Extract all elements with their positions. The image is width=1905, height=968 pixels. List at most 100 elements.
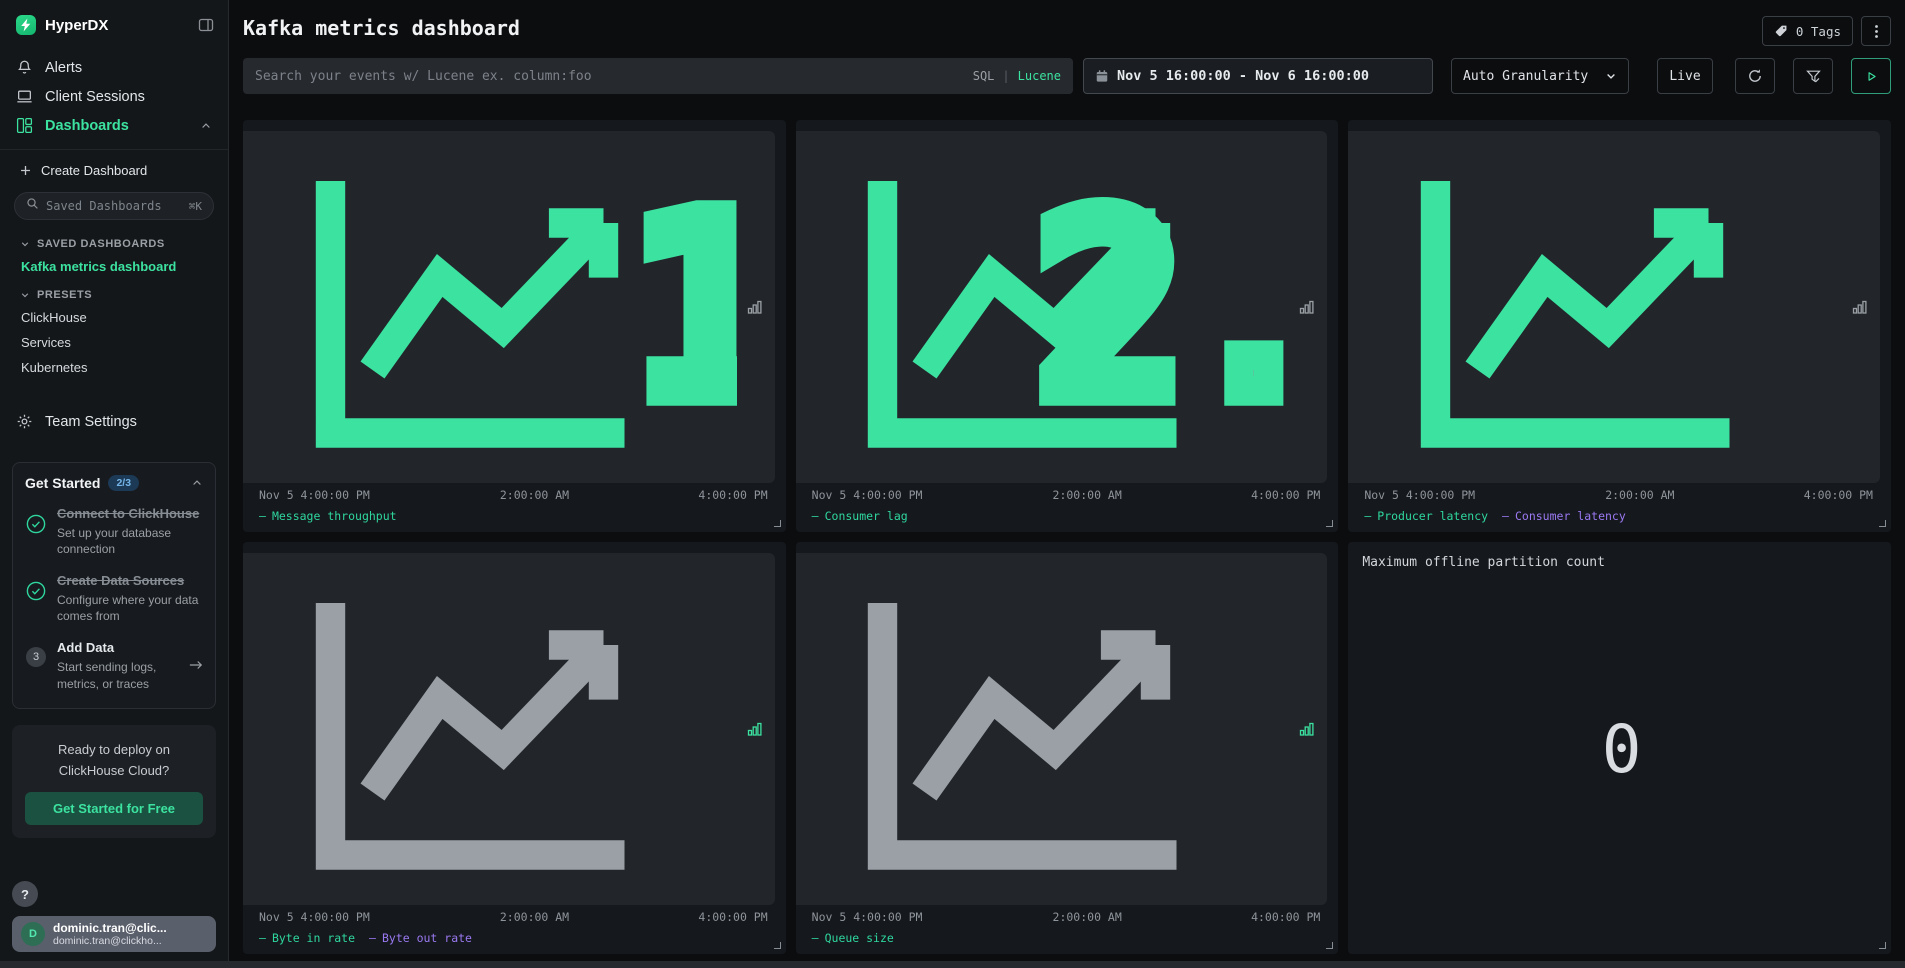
chart-type-toggle[interactable]: 04.5K9K14K18K	[243, 131, 775, 483]
bar-chart-icon[interactable]	[747, 299, 763, 315]
sidebar-collapse-icon[interactable]	[198, 17, 214, 33]
get-started-step-1[interactable]: Connect to ClickHouse Set up your databa…	[25, 505, 203, 558]
line-chart-icon[interactable]: 04.5K9K14K18K	[243, 139, 737, 475]
get-started-header[interactable]: Get Started 2/3	[25, 475, 203, 491]
chart-type-toggle[interactable]: 01.5M3M4.5M6M	[243, 553, 775, 905]
help-button[interactable]: ?	[12, 881, 38, 907]
app-name: HyperDX	[45, 17, 108, 34]
event-search-bar[interactable]: SQL | Lucene	[243, 58, 1073, 94]
resize-handle-icon[interactable]	[1326, 942, 1333, 949]
legend-item[interactable]: —Producer latency	[1364, 509, 1488, 523]
step-title: Add Data	[57, 639, 179, 657]
sql-toggle[interactable]: SQL	[973, 69, 995, 83]
x-axis-label: 2:00:00 AM	[500, 488, 569, 502]
saved-dashboards-search-input[interactable]	[46, 199, 182, 213]
get-started-free-button[interactable]: Get Started for Free	[25, 792, 203, 825]
chart-title: Maximum offline partition count	[1362, 555, 1881, 570]
sidebar-item-label: Dashboards	[45, 118, 129, 134]
user-menu[interactable]: D dominic.tran@clic... dominic.tran@clic…	[12, 916, 216, 952]
filter-icon	[1805, 68, 1822, 85]
chart-card-queue-depth: Queue depth 020406080 Nov 5 4:00:00 PM2:…	[796, 542, 1339, 954]
resize-handle-icon[interactable]	[1326, 520, 1333, 527]
saved-dashboards-section-header[interactable]: SAVED DASHBOARDS	[0, 228, 228, 254]
filter-button[interactable]	[1793, 58, 1833, 94]
lucene-toggle[interactable]: Lucene	[1018, 69, 1061, 83]
tag-icon	[1774, 24, 1788, 38]
step-number-icon: 3	[25, 647, 47, 667]
saved-dashboards-search[interactable]: ⌘K	[14, 192, 214, 220]
line-chart-icon[interactable]: 036912	[1348, 139, 1842, 475]
tags-button[interactable]: 0 Tags	[1762, 16, 1853, 46]
sidebar-item-kafka-dashboard[interactable]: Kafka metrics dashboard	[0, 254, 228, 279]
sidebar-item-client-sessions[interactable]: Client Sessions	[0, 82, 228, 111]
live-button[interactable]: Live	[1657, 58, 1713, 94]
bar-chart-icon[interactable]	[1299, 299, 1315, 315]
x-axis-labels: Nov 5 4:00:00 PM2:00:00 AM4:00:00 PM	[257, 488, 776, 505]
get-started-step-2[interactable]: Create Data Sources Configure where your…	[25, 572, 203, 625]
bar-chart-icon[interactable]	[747, 721, 763, 737]
resize-handle-icon[interactable]	[774, 942, 781, 949]
resize-handle-icon[interactable]	[774, 520, 781, 527]
resize-handle-icon[interactable]	[1879, 520, 1886, 527]
play-icon	[1865, 70, 1878, 83]
svg-text:2.2K: 2.2K	[1036, 167, 1289, 448]
run-query-button[interactable]	[1851, 58, 1891, 94]
sidebar-item-label: Alerts	[45, 60, 82, 76]
chart-legend: —Consumer lag	[810, 505, 1329, 527]
x-axis-label: 4:00:00 PM	[1251, 910, 1320, 924]
legend-item[interactable]: —Consumer latency	[1502, 509, 1626, 523]
sidebar-item-clickhouse[interactable]: ClickHouse	[0, 305, 228, 330]
x-axis-label: 2:00:00 AM	[1053, 488, 1122, 502]
x-axis-labels: Nov 5 4:00:00 PM2:00:00 AM4:00:00 PM	[1362, 488, 1881, 505]
sidebar-item-dashboards[interactable]: Dashboards	[0, 111, 228, 140]
line-chart-icon[interactable]: 05501.1K1.7K2.2K	[796, 139, 1290, 475]
line-chart-icon[interactable]: 01.5M3M4.5M6M	[243, 561, 737, 897]
page-title: Kafka metrics dashboard	[243, 16, 520, 40]
chart-card-avg-consumer-lag: Average consumer lag 05501.1K1.7K2.2K No…	[796, 120, 1339, 532]
header-actions: 0 Tags	[1762, 16, 1891, 46]
sidebar-item-alerts[interactable]: Alerts	[0, 53, 228, 82]
refresh-button[interactable]	[1735, 58, 1775, 94]
legend-item[interactable]: —Queue size	[812, 931, 894, 945]
resize-handle-icon[interactable]	[1879, 942, 1886, 949]
x-axis-label: 4:00:00 PM	[698, 488, 767, 502]
legend-item[interactable]: —Message throughput	[259, 509, 397, 523]
date-range-picker[interactable]: Nov 5 16:00:00 - Nov 6 16:00:00	[1083, 58, 1433, 94]
legend-item[interactable]: —Byte in rate	[259, 931, 355, 945]
event-search-input[interactable]	[255, 69, 963, 84]
chevron-up-icon[interactable]	[191, 477, 203, 489]
legend-item[interactable]: —Consumer lag	[812, 509, 908, 523]
keyboard-shortcut: ⌘K	[189, 200, 202, 213]
line-chart-icon[interactable]: 020406080	[796, 561, 1290, 897]
legend-item[interactable]: —Byte out rate	[369, 931, 472, 945]
check-circle-icon	[25, 580, 47, 602]
more-options-button[interactable]	[1861, 16, 1891, 46]
toggle-divider: |	[1002, 69, 1009, 83]
create-dashboard-button[interactable]: Create Dashboard	[0, 150, 228, 186]
deploy-text-line2: ClickHouse Cloud?	[25, 761, 203, 781]
x-axis-label: Nov 5 4:00:00 PM	[1364, 488, 1475, 502]
chart-legend: —Queue size	[810, 927, 1329, 949]
chart-type-toggle[interactable]: 036912	[1348, 131, 1880, 483]
get-started-title: Get Started	[25, 475, 100, 491]
create-dashboard-label: Create Dashboard	[41, 163, 147, 178]
logo-row: HyperDX	[0, 0, 228, 53]
chevron-down-icon	[20, 290, 30, 300]
chart-type-toggle[interactable]: 05501.1K1.7K2.2K	[796, 131, 1328, 483]
dashboards-grid-icon	[16, 117, 33, 134]
granularity-select[interactable]: Auto Granularity	[1451, 58, 1629, 94]
chart-legend: —Message throughput	[257, 505, 776, 527]
chart-card-throughput-balance: Throughput balance 01.5M3M4.5M6M Nov 5 4…	[243, 542, 786, 954]
sidebar-item-team-settings[interactable]: Team Settings	[0, 407, 228, 436]
sidebar-item-services[interactable]: Services	[0, 330, 228, 355]
kebab-menu-icon	[1875, 25, 1878, 38]
bar-chart-icon[interactable]	[1299, 721, 1315, 737]
presets-section-header[interactable]: PRESETS	[0, 279, 228, 305]
get-started-step-3[interactable]: 3 Add Data Start sending logs, metrics, …	[25, 639, 203, 692]
user-email: dominic.tran@clickho...	[53, 935, 167, 947]
chart-type-toggle[interactable]: 020406080	[796, 553, 1328, 905]
sidebar-item-kubernetes[interactable]: Kubernetes	[0, 355, 228, 380]
bar-chart-icon[interactable]	[1852, 299, 1868, 315]
x-axis-labels: Nov 5 4:00:00 PM2:00:00 AM4:00:00 PM	[257, 910, 776, 927]
arrow-right-icon	[189, 658, 203, 674]
